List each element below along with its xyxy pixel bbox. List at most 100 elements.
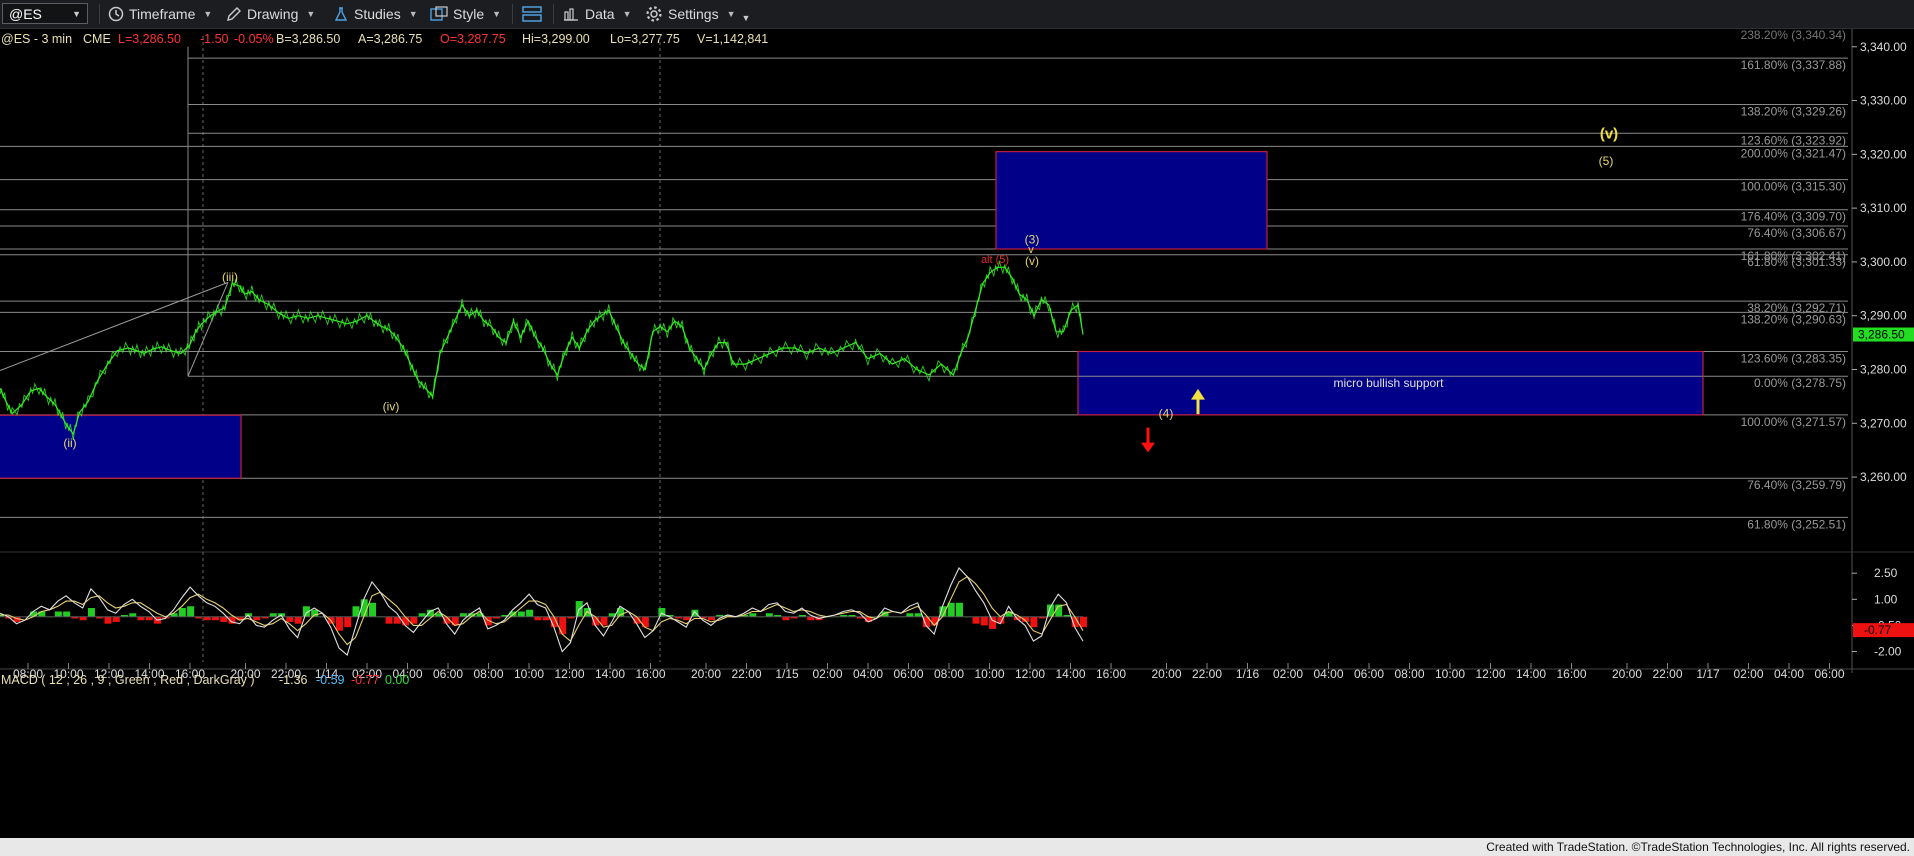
macd-histogram-bar — [385, 616, 393, 624]
footer: Created with TradeStation. ©TradeStation… — [0, 838, 1914, 856]
macd-histogram-bar — [137, 616, 145, 621]
macd-histogram-bar — [526, 609, 534, 617]
price-axis-label: 3,320.00 — [1860, 147, 1907, 161]
time-axis-label: 14:00 — [595, 667, 625, 681]
macd-histogram-bar — [344, 616, 352, 628]
wave-label: (4) — [1159, 407, 1174, 421]
macd-histogram-bar — [369, 602, 377, 617]
fib-level-label: 61.80% (3,252.51) — [1747, 517, 1846, 531]
wave-label: (iii) — [222, 270, 238, 284]
macd-line — [0, 567, 1084, 656]
fib-level-label: 123.60% (3,283.35) — [1741, 351, 1846, 365]
macd-histogram-bar — [418, 613, 426, 617]
macd-histogram-bar — [989, 616, 997, 629]
time-axis-label: 16:00 — [1556, 667, 1586, 681]
chart-header-open: O=3,287.75 — [440, 32, 506, 46]
style-menu[interactable]: Style ▼ — [430, 0, 501, 28]
drawing-menu[interactable]: Drawing ▼ — [226, 0, 315, 28]
micro-bullish-support-label: micro bullish support — [1333, 376, 1444, 390]
time-axis-label: 1/15 — [775, 667, 799, 681]
time-axis-label: 02:00 — [1273, 667, 1303, 681]
chart-header-pct: -0.05% — [234, 32, 274, 46]
macd-histogram-bar — [54, 611, 62, 617]
macd-value-4: 0.00 — [385, 673, 409, 687]
fib-level-label: 176.40% (3,309.70) — [1741, 210, 1846, 224]
time-axis-label: 06:00 — [1354, 667, 1384, 681]
macd-histogram-bar — [211, 616, 219, 621]
time-axis-label: 16:00 — [1096, 667, 1126, 681]
time-axis-label: 20:00 — [691, 667, 721, 681]
last-price-label: 3,286.50 — [1858, 328, 1905, 342]
chart-header-volume: V=1,142,841 — [697, 32, 768, 46]
price-line-detail — [0, 259, 1083, 441]
layout-button[interactable] — [521, 0, 543, 28]
macd-last-value-label: -0.77 — [1864, 623, 1892, 637]
macd-histogram-bar — [534, 616, 542, 621]
macd-histogram-bar — [658, 608, 666, 617]
more-dropdown-icon[interactable]: ▼ — [742, 13, 751, 23]
data-menu[interactable]: Data ▼ — [562, 0, 632, 28]
price-pane[interactable]: 161.80% (3,337.88) 138.20% (3,329.26) 123.… — [0, 29, 1914, 673]
price-axis-label: 3,340.00 — [1860, 40, 1907, 54]
gear-icon — [645, 5, 663, 23]
macd-histogram-bar — [683, 616, 691, 621]
down-arrow-icon — [1141, 427, 1155, 453]
toolbar: @ES ▼ Timeframe ▼ Drawing ▼ Studies ▼ St… — [0, 0, 1914, 29]
fib-level-label: 100.00% (3,271.57) — [1741, 415, 1846, 429]
macd-histogram-bar — [807, 616, 815, 621]
time-axis-label: 20:00 — [1151, 667, 1181, 681]
fib-level-label: 61.80% (3,301.33) — [1747, 255, 1846, 269]
flask-icon — [333, 6, 349, 22]
macd-histogram-bar — [253, 616, 261, 621]
macd-value-2: -0.59 — [316, 673, 345, 687]
time-axis-label: 20:00 — [1612, 667, 1642, 681]
time-axis-label: 02:00 — [1733, 667, 1763, 681]
macd-title: MACD ( 12 , 26 , 9 , Green , Red , DarkG… — [1, 673, 255, 687]
wave-label: (5) — [1599, 154, 1614, 168]
clock-icon — [108, 6, 124, 22]
timeframe-menu[interactable]: Timeframe ▼ — [108, 0, 212, 28]
macd-histogram-bar — [145, 616, 153, 621]
style-icon — [430, 6, 448, 22]
timeframe-label: Timeframe — [129, 6, 196, 22]
macd-histogram-bar — [311, 609, 319, 617]
settings-label: Settings — [668, 6, 719, 22]
fib-level-label: 200.00% (3,321.47) — [1741, 146, 1846, 160]
time-axis-label: 06:00 — [893, 667, 923, 681]
time-axis-label: 06:00 — [1814, 667, 1844, 681]
chart-header-high: Hi=3,299.00 — [522, 32, 590, 46]
time-axis-label: 16:00 — [635, 667, 665, 681]
toolbar-separator — [99, 4, 100, 24]
macd-pane[interactable]: 2.501.00-0.50-2.00-0.77 — [0, 566, 1914, 659]
chart-canvas[interactable]: @ES - 3 min CME L=3,286.50 -1.50 -0.05% … — [0, 29, 1914, 838]
chevron-down-icon: ▼ — [203, 9, 213, 19]
settings-menu[interactable]: Settings ▼ ▼ — [645, 0, 750, 28]
symbol-selector[interactable]: @ES ▼ — [2, 3, 88, 24]
wave-label: (ii) — [63, 436, 76, 450]
macd-histogram-bar — [749, 613, 757, 617]
price-axis-label: 3,330.00 — [1860, 94, 1907, 108]
fib-level-label-top: 238.20% (3,340.34) — [1741, 29, 1846, 42]
macd-histogram-bar — [335, 616, 343, 631]
fib-level-label: 100.00% (3,315.30) — [1741, 180, 1846, 194]
time-axis-label: 14:00 — [1055, 667, 1085, 681]
macd-histogram-bar — [782, 616, 790, 621]
chevron-down-icon: ▼ — [726, 9, 736, 19]
chevron-down-icon: ▼ — [492, 9, 502, 19]
time-axis-label: 22:00 — [731, 667, 761, 681]
macd-histogram-bar — [286, 616, 294, 622]
time-axis-label: 08:00 — [473, 667, 503, 681]
chart-header-last: L=3,286.50 — [118, 32, 181, 46]
macd-histogram-bar — [203, 616, 211, 621]
wave-label: (v) — [1025, 254, 1039, 268]
studies-menu[interactable]: Studies ▼ — [333, 0, 418, 28]
down-arrow-head — [1141, 442, 1155, 453]
macd-histogram-bar — [178, 608, 186, 617]
studies-label: Studies — [354, 6, 401, 22]
time-axis-label: 08:00 — [934, 667, 964, 681]
toolbar-separator — [553, 4, 554, 24]
time-axis-label: 12:00 — [1475, 667, 1505, 681]
fib-level-label: 161.80% (3,337.88) — [1741, 58, 1846, 72]
chart-header-bid: B=3,286.50 — [276, 32, 340, 46]
time-axis-label: 12:00 — [554, 667, 584, 681]
